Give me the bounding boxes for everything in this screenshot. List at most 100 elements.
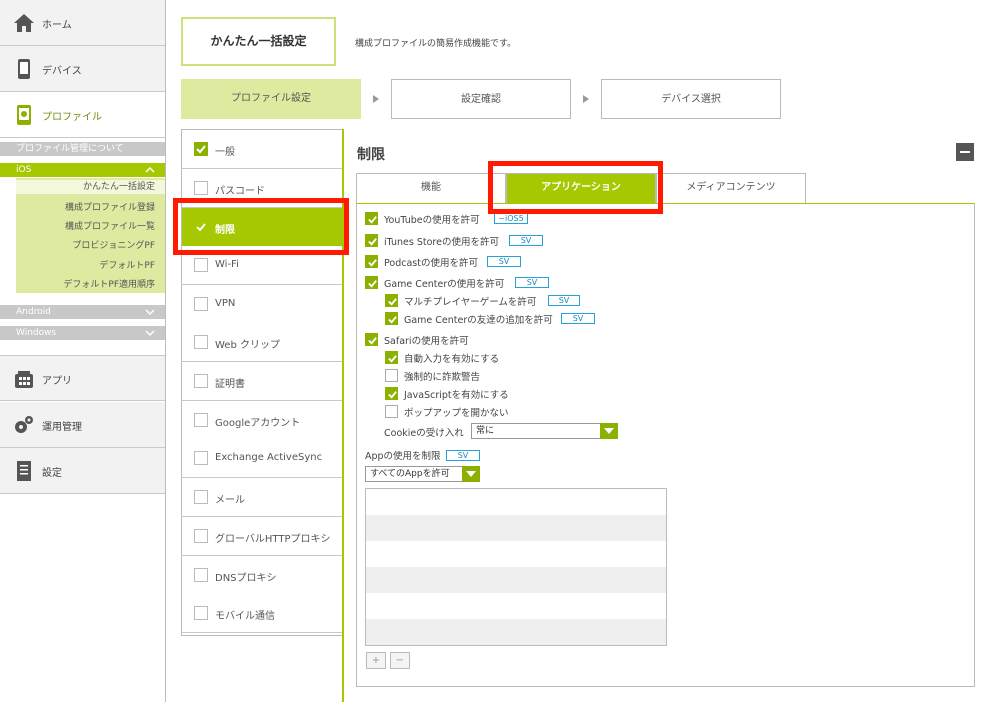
category-checkbox[interactable]	[194, 297, 208, 311]
option-checkbox[interactable]	[385, 294, 398, 307]
category-label: メール	[215, 495, 245, 506]
checkmark-icon	[388, 298, 397, 306]
list-item	[366, 593, 666, 619]
android-label: Android	[16, 307, 51, 317]
checkmark-icon	[368, 238, 377, 246]
option-checkbox[interactable]	[385, 369, 398, 382]
list-item	[366, 619, 666, 645]
tab-functions[interactable]: 機能	[356, 173, 506, 203]
ios-item-profile-register[interactable]: 構成プロファイル登録	[65, 200, 155, 213]
category-checkbox[interactable]	[194, 568, 208, 582]
nav-home[interactable]: ホーム	[0, 0, 165, 46]
category-checkbox[interactable]	[194, 490, 208, 504]
cookie-select[interactable]: 常に	[471, 423, 618, 439]
option-checkbox[interactable]	[365, 255, 378, 268]
ios-section-header[interactable]: iOS	[0, 163, 165, 177]
profile-about-link[interactable]: プロファイル管理について	[0, 142, 165, 156]
tab-media-contents[interactable]: メディアコンテンツ	[656, 173, 806, 203]
category-checkbox[interactable]	[194, 142, 208, 156]
category-item[interactable]: メール	[181, 478, 342, 517]
category-checkbox[interactable]	[194, 606, 208, 620]
category-label: パスコード	[215, 186, 265, 197]
category-item[interactable]: Web クリップ	[181, 323, 342, 362]
smartphone-icon	[18, 59, 30, 79]
category-label: VPN	[215, 298, 236, 309]
option-checkbox[interactable]	[365, 333, 378, 346]
ios-submenu: かんたん一括設定 構成プロファイル登録 構成プロファイル一覧 プロビジョニングP…	[16, 178, 165, 293]
category-checkbox[interactable]	[194, 413, 208, 427]
nav-profile-label: プロファイル	[42, 112, 102, 123]
ios-item-default-pf[interactable]: デフォルトPF	[99, 258, 155, 271]
nav-settings[interactable]: 設定	[0, 448, 165, 494]
category-checkbox[interactable]	[194, 529, 208, 543]
category-item[interactable]: モバイル通信	[181, 594, 342, 633]
windows-label: Windows	[16, 328, 57, 338]
nav-operations[interactable]: 運用管理	[0, 402, 165, 448]
supervised-badge: SV	[561, 313, 595, 324]
category-item[interactable]: Googleアカウント	[181, 401, 342, 440]
option-label: iTunes Storeの使用を許可	[384, 237, 499, 248]
ios-item-default-pf-order[interactable]: デフォルトPF適用順序	[63, 277, 155, 290]
option-checkbox[interactable]	[385, 351, 398, 364]
option-label: Game Centerの使用を許可	[384, 279, 505, 290]
category-checkbox[interactable]	[194, 181, 208, 195]
category-checkbox[interactable]	[194, 335, 208, 349]
add-app-button[interactable]: +	[366, 652, 386, 669]
app-usage-select[interactable]: すべてのAppを許可	[365, 466, 480, 482]
step-profile-settings[interactable]: プロファイル設定	[181, 79, 361, 119]
category-checkbox[interactable]	[194, 258, 208, 272]
option-label: YouTubeの使用を許可	[384, 215, 480, 226]
app-list[interactable]	[365, 488, 667, 646]
home-icon	[14, 14, 34, 32]
ios-item-profile-list[interactable]: 構成プロファイル一覧	[65, 219, 155, 232]
cookie-label: Cookieの受け入れ	[384, 428, 464, 439]
sidebar: ホーム デバイス プロファイル プロファイル管理について iOS かんたん一括設…	[0, 0, 166, 702]
windows-section-header[interactable]: Windows	[0, 326, 165, 340]
category-label: 一般	[215, 147, 235, 158]
category-item[interactable]: 一般	[181, 130, 342, 169]
category-item[interactable]: Exchange ActiveSync	[181, 439, 342, 478]
category-label: モバイル通信	[215, 611, 275, 622]
step-device-select[interactable]: デバイス選択	[601, 79, 781, 119]
option-checkbox[interactable]	[385, 387, 398, 400]
supervised-badge: SV	[515, 277, 549, 288]
nav-profile[interactable]: プロファイル	[0, 92, 165, 138]
ios-item-provisioning[interactable]: プロビジョニングPF	[72, 238, 155, 251]
page-title: かんたん一括設定	[181, 17, 336, 66]
option-checkbox[interactable]	[385, 312, 398, 325]
category-item[interactable]: グローバルHTTPプロキシ	[181, 517, 342, 556]
category-label: Googleアカウント	[215, 418, 301, 429]
option-label: マルチプレイヤーゲームを許可	[404, 297, 537, 308]
option-checkbox[interactable]	[385, 405, 398, 418]
category-item[interactable]: VPN	[181, 285, 342, 324]
option-checkbox[interactable]	[365, 276, 378, 289]
app-usage-badge: SV	[446, 450, 480, 461]
category-checkbox[interactable]	[194, 374, 208, 388]
collapse-button[interactable]	[956, 143, 974, 161]
list-item	[366, 489, 666, 515]
supervised-badge: SV	[548, 295, 580, 306]
category-label: DNSプロキシ	[215, 573, 277, 584]
highlight-applications-tab	[488, 161, 663, 214]
ios-item-easy-setup[interactable]: かんたん一括設定	[16, 180, 165, 194]
nav-app[interactable]: アプリ	[0, 355, 165, 401]
nav-app-label: アプリ	[42, 376, 72, 387]
category-label: Web クリップ	[215, 340, 280, 351]
option-label: Podcastの使用を許可	[384, 258, 478, 269]
category-item[interactable]: 証明書	[181, 362, 342, 401]
remove-app-button[interactable]: −	[390, 652, 410, 669]
option-label: JavaScriptを有効にする	[404, 390, 509, 401]
supervised-badge: ~iOS5	[494, 213, 528, 224]
step-confirm-settings[interactable]: 設定確認	[391, 79, 571, 119]
nav-home-label: ホーム	[42, 20, 72, 31]
option-checkbox[interactable]	[365, 234, 378, 247]
dropdown-arrow-icon	[600, 423, 618, 439]
option-checkbox[interactable]	[365, 212, 378, 225]
option-label: ポップアップを開かない	[404, 408, 509, 419]
category-item[interactable]: DNSプロキシ	[181, 556, 342, 595]
list-item	[366, 567, 666, 593]
nav-device[interactable]: デバイス	[0, 46, 165, 92]
android-section-header[interactable]: Android	[0, 305, 165, 319]
option-label: Game Centerの友達の追加を許可	[404, 315, 553, 326]
category-checkbox[interactable]	[194, 451, 208, 465]
